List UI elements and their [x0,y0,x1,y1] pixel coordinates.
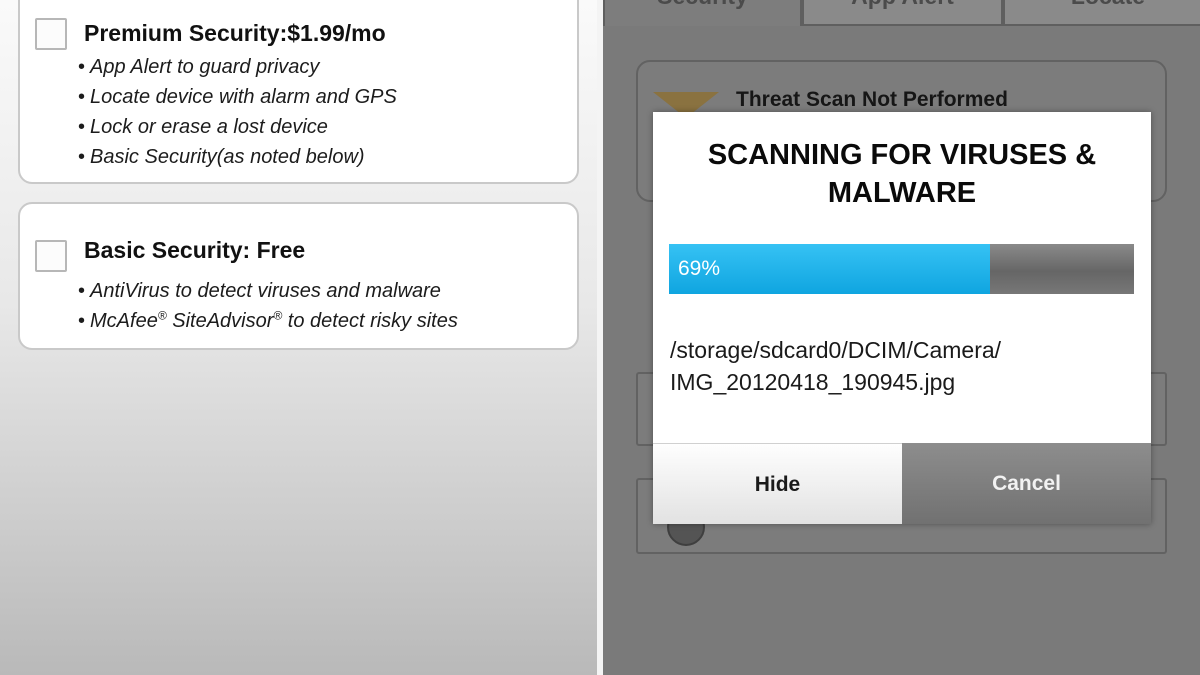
premium-plan-title: Premium Security:$1.99/mo [84,20,386,46]
premium-plan-card[interactable]: Premium Security:$1.99/mo • App Alert to … [18,0,579,184]
tab-locate[interactable]: Locate [1003,0,1200,26]
tab-security[interactable]: Security [603,0,802,26]
list-item: • Lock or erase a lost device [78,116,328,138]
threat-status-title: Threat Scan Not Performed [736,88,1008,111]
tab-app-alert[interactable]: App Alert [802,0,1003,26]
list-item: • Basic Security(as noted below) [78,146,365,168]
basic-feature-list: • AntiVirus to detect viruses and malware… [78,276,458,336]
scan-progress-dialog: SCANNING FOR VIRUSES & MALWARE 69% /stor… [653,112,1151,524]
progress-percent-label: 69% [678,257,721,280]
scanning-file-path: /storage/sdcard0/DCIM/Camera/ IMG_201204… [670,334,1130,398]
list-item: • AntiVirus to detect viruses and malware [78,280,441,302]
list-item: • App Alert to guard privacy [78,56,320,78]
list-item: • McAfee® SiteAdvisor® to detect risky si… [78,308,458,332]
hide-button[interactable]: Hide [653,443,902,524]
file-path-line: IMG_20120418_190945.jpg [670,369,956,395]
cancel-button[interactable]: Cancel [902,443,1151,524]
plan-selection-panel: Premium Security:$1.99/mo • App Alert to … [0,0,597,675]
list-item: • Locate device with alarm and GPS [78,86,397,108]
premium-feature-list: • App Alert to guard privacy • Locate devi… [78,52,397,172]
premium-plan-checkbox[interactable] [35,18,67,50]
file-path-line: /storage/sdcard0/DCIM/Camera/ [670,337,1002,363]
basic-plan-title: Basic Security: Free [84,237,306,263]
basic-plan-card[interactable]: Basic Security: Free • AntiVirus to detec… [18,202,579,350]
dialog-title: SCANNING FOR VIRUSES & MALWARE [707,139,1097,209]
scan-progress-bar: 69% [669,244,1134,294]
basic-plan-checkbox[interactable] [35,240,67,272]
